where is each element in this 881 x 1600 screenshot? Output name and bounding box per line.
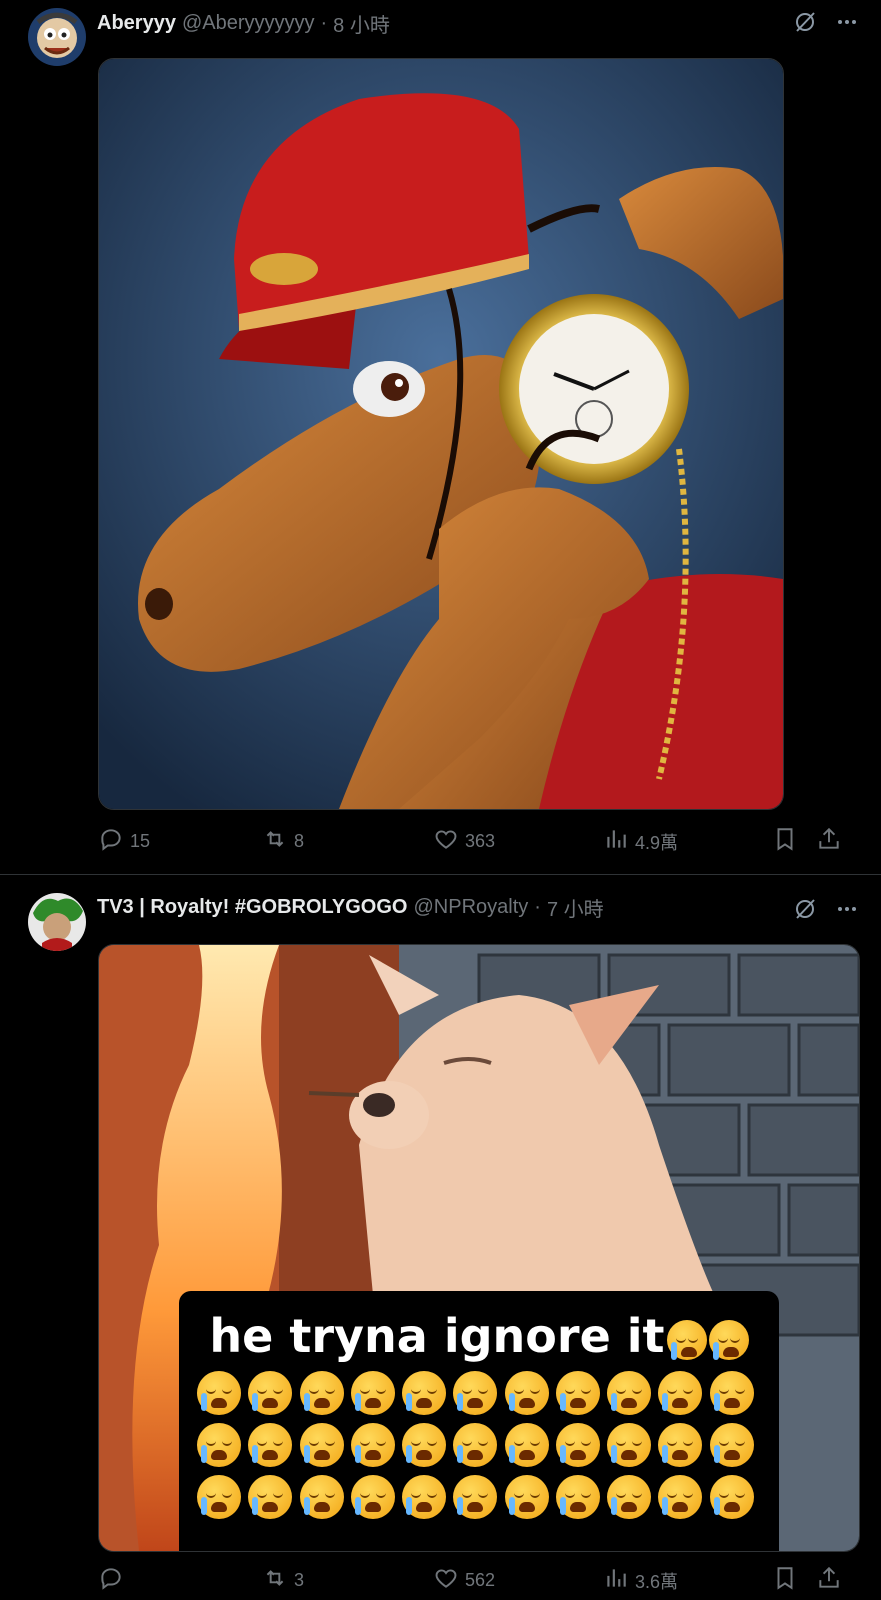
repost-icon <box>262 826 288 857</box>
repost-button[interactable]: 3 <box>262 1565 304 1596</box>
loudly-crying-face-icon <box>350 1371 395 1415</box>
tweet-actions: 15 8 363 4.9萬 <box>98 826 861 856</box>
loudly-crying-face-icon <box>607 1423 652 1467</box>
caption-text: he tryna ignore it <box>209 1309 665 1363</box>
tweet-header: Aberyyy @Aberyyyyyyy · 8 小時 <box>97 8 390 38</box>
more-icon[interactable] <box>835 897 859 921</box>
handle[interactable]: @NPRoyalty <box>413 896 528 919</box>
repost-icon <box>262 1565 288 1596</box>
loudly-crying-face-icon <box>453 1423 498 1467</box>
like-button[interactable]: 562 <box>433 1565 495 1596</box>
loudly-crying-face-icon <box>607 1371 652 1415</box>
reply-icon <box>98 1565 124 1596</box>
heart-icon <box>433 1565 459 1596</box>
reply-icon <box>98 826 124 857</box>
heart-icon <box>433 826 459 857</box>
loudly-crying-face-icon <box>453 1371 498 1415</box>
reply-button[interactable] <box>98 1565 130 1596</box>
loudly-crying-face-icon <box>299 1475 344 1519</box>
share-button[interactable] <box>816 826 842 857</box>
loudly-crying-face-icon <box>709 1371 754 1415</box>
avatar[interactable] <box>28 8 86 66</box>
tweet-image[interactable]: he tryna ignore it <box>98 944 860 1552</box>
loudly-crying-face-icon <box>197 1475 241 1519</box>
tweet-header: TV3 | Royalty! #GOBROLYGOGO @NPRoyalty ·… <box>97 892 604 922</box>
more-icon[interactable] <box>835 10 859 34</box>
grok-icon[interactable] <box>793 897 817 921</box>
reply-button[interactable]: 15 <box>98 826 150 857</box>
loudly-crying-face-icon <box>350 1475 395 1519</box>
caption-text-line: he tryna ignore it <box>179 1309 779 1363</box>
avatar[interactable] <box>28 893 86 951</box>
views-button[interactable]: 4.9萬 <box>603 826 678 857</box>
loudly-crying-face-icon <box>555 1423 600 1467</box>
view-count: 4.9萬 <box>635 832 679 853</box>
loudly-crying-face-icon <box>402 1371 447 1415</box>
loudly-crying-face-icon <box>504 1475 549 1519</box>
emoji-grid <box>197 1371 761 1519</box>
loudly-crying-face-icon <box>607 1475 652 1519</box>
views-icon <box>603 826 629 857</box>
timestamp[interactable]: 7 小時 <box>547 893 604 922</box>
loudly-crying-face-icon <box>658 1423 703 1467</box>
like-count: 363 <box>465 831 496 851</box>
bookmark-icon <box>772 1565 798 1596</box>
loudly-crying-face-icon <box>402 1423 447 1467</box>
share-icon <box>816 826 842 857</box>
loudly-crying-face-icon <box>504 1371 549 1415</box>
grok-icon[interactable] <box>793 10 817 34</box>
tweet-1[interactable]: Aberyyy @Aberyyyyyyy · 8 小時 15 8 363 4.9… <box>0 0 881 874</box>
loudly-crying-face-icon <box>555 1371 600 1415</box>
loudly-crying-face-icon <box>666 1319 707 1360</box>
loudly-crying-face-icon <box>248 1423 293 1467</box>
loudly-crying-face-icon <box>453 1475 498 1519</box>
loudly-crying-face-icon <box>402 1475 447 1519</box>
bookmark-icon <box>772 826 798 857</box>
loudly-crying-face-icon <box>197 1371 241 1415</box>
repost-count: 8 <box>294 831 305 851</box>
loudly-crying-face-icon <box>658 1371 703 1415</box>
share-button[interactable] <box>816 1565 842 1596</box>
loudly-crying-face-icon <box>709 1423 754 1467</box>
bookmark-button[interactable] <box>772 1565 798 1596</box>
illustration-image <box>99 59 783 809</box>
tweet-2[interactable]: TV3 | Royalty! #GOBROLYGOGO @NPRoyalty ·… <box>0 875 881 1600</box>
view-count: 3.6萬 <box>635 1571 679 1592</box>
reply-count: 15 <box>130 831 151 851</box>
loudly-crying-face-icon <box>299 1423 344 1467</box>
tweet-actions: 3 562 3.6萬 <box>98 1565 861 1595</box>
meme-caption: he tryna ignore it <box>179 1291 779 1551</box>
repost-button[interactable]: 8 <box>262 826 304 857</box>
loudly-crying-face-icon <box>504 1423 549 1467</box>
display-name[interactable]: Aberyyy <box>97 12 176 35</box>
loudly-crying-face-icon <box>350 1423 395 1467</box>
loudly-crying-face-icon <box>248 1371 293 1415</box>
loudly-crying-face-icon <box>248 1475 293 1519</box>
separator-dot: · <box>320 11 328 34</box>
like-button[interactable]: 363 <box>433 826 495 857</box>
timestamp[interactable]: 8 小時 <box>333 9 390 38</box>
loudly-crying-face-icon <box>299 1371 344 1415</box>
handle[interactable]: @Aberyyyyyyy <box>182 12 315 35</box>
display-name[interactable]: TV3 | Royalty! #GOBROLYGOGO <box>97 896 407 919</box>
loudly-crying-face-icon <box>658 1475 703 1519</box>
repost-count: 3 <box>294 1570 305 1590</box>
views-icon <box>603 1565 629 1596</box>
loudly-crying-face-icon <box>709 1475 754 1519</box>
share-icon <box>816 1565 842 1596</box>
like-count: 562 <box>465 1570 496 1590</box>
loudly-crying-face-icon <box>708 1319 749 1360</box>
loudly-crying-face-icon <box>555 1475 600 1519</box>
separator-dot: · <box>534 895 541 918</box>
loudly-crying-face-icon <box>197 1423 241 1467</box>
bookmark-button[interactable] <box>772 826 798 857</box>
tweet-image[interactable] <box>98 58 784 810</box>
views-button[interactable]: 3.6萬 <box>603 1565 678 1596</box>
